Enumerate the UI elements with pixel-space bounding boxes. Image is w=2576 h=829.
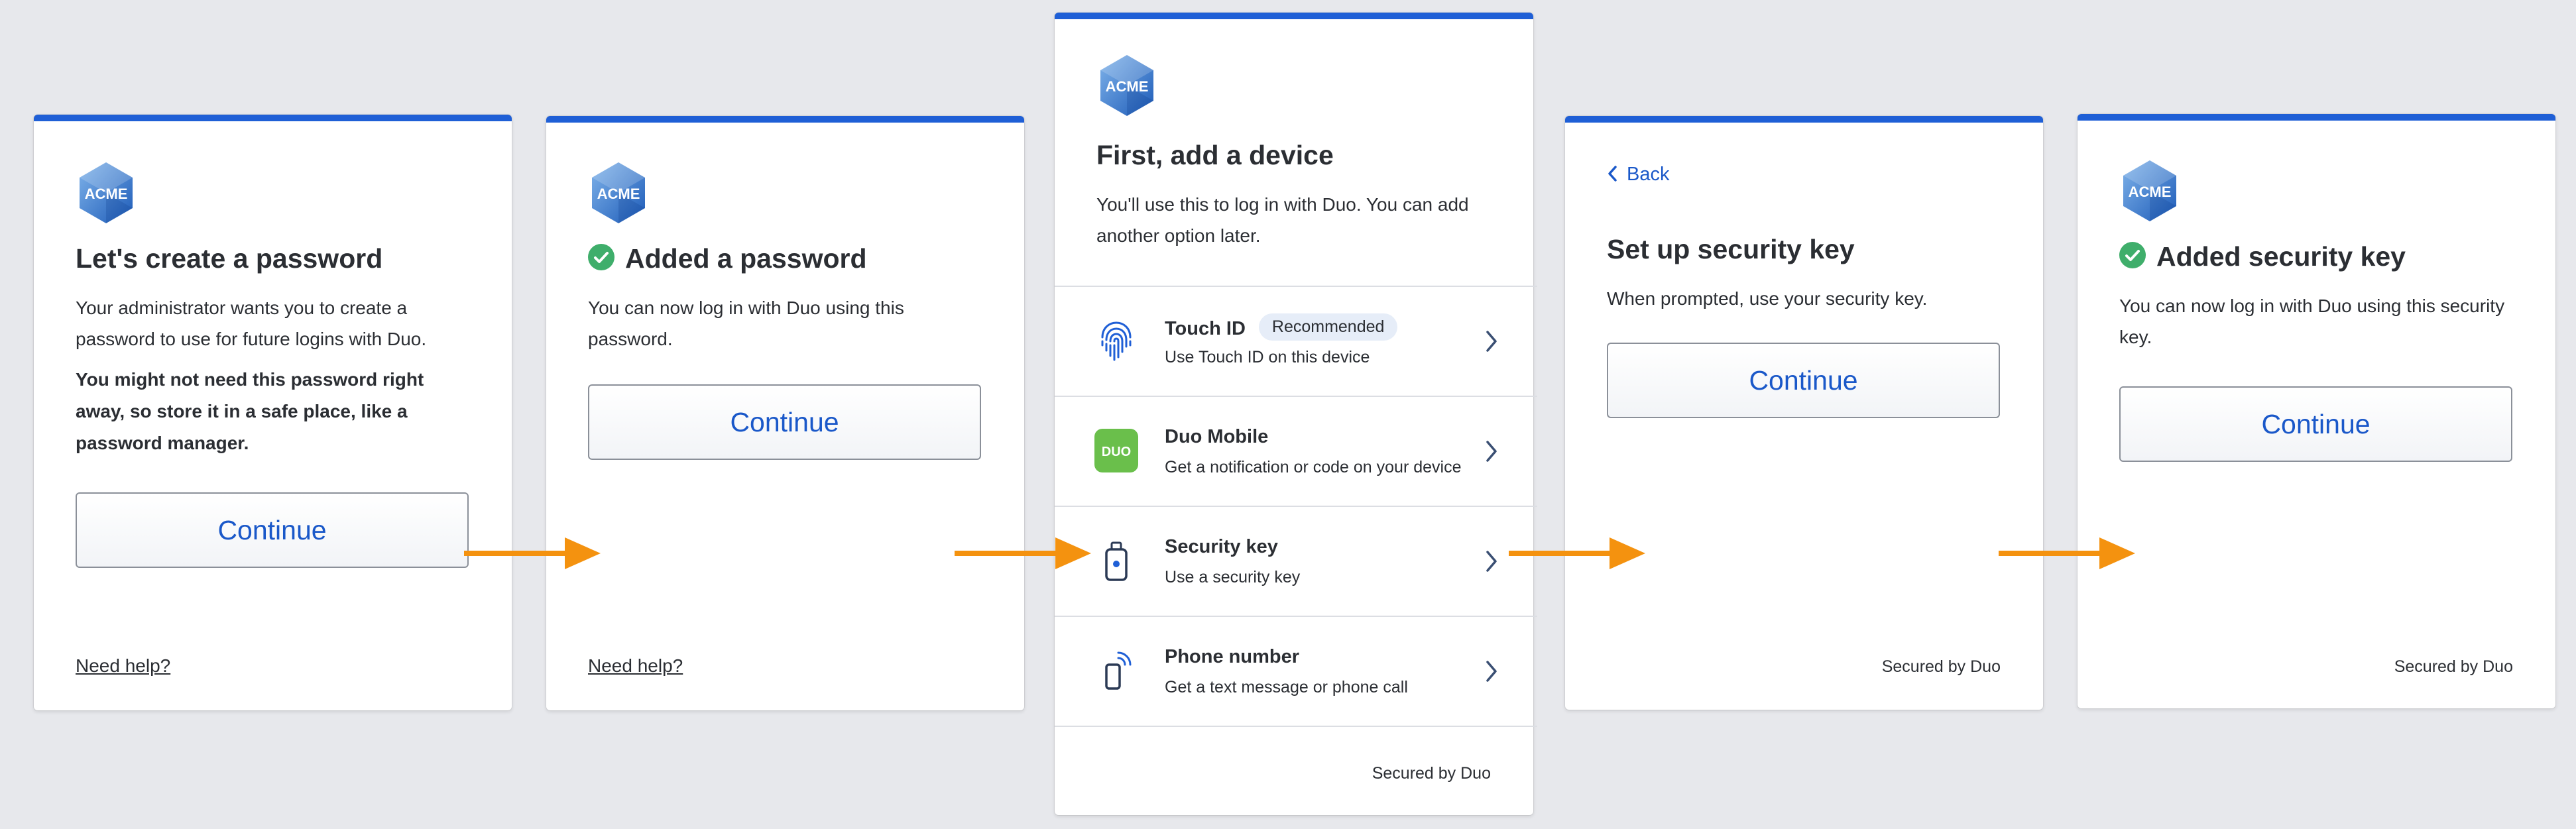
page-title: Set up security key xyxy=(1607,234,1855,264)
continue-button[interactable]: Continue xyxy=(2119,386,2512,462)
device-name: Duo Mobile xyxy=(1165,426,1269,447)
secured-by-duo: Secured by Duo xyxy=(2394,657,2513,676)
description-line: password. xyxy=(588,329,673,349)
device-option-duo-mobile[interactable]: DUO Duo Mobile Get a notification or cod… xyxy=(1055,396,1537,506)
password-added-card: ACME Added a password You can now log in… xyxy=(546,116,1024,710)
acme-logo: ACME xyxy=(74,161,138,225)
continue-button[interactable]: Continue xyxy=(588,384,981,460)
device-option-touch-id[interactable]: Touch ID Recommended Use Touch ID on this… xyxy=(1055,286,1537,396)
description-line: You'll use this to log in with Duo. You … xyxy=(1096,194,1469,215)
device-description: Get a text message or phone call xyxy=(1165,678,1408,696)
flow-arrow-icon xyxy=(464,537,601,569)
device-description: Use a security key xyxy=(1165,568,1301,586)
page-title-text: Added security key xyxy=(2156,241,2406,272)
security-key-setup-card: Back Set up security key When prompted, … xyxy=(1565,116,2043,710)
description-line: key. xyxy=(2119,327,2152,347)
device-option-security-key[interactable]: Security key Use a security key xyxy=(1055,506,1537,616)
flow-arrow-icon xyxy=(1509,537,1645,569)
svg-text:ACME: ACME xyxy=(597,186,640,202)
device-name: Phone number xyxy=(1165,646,1300,667)
chevron-right-icon xyxy=(1486,551,1497,572)
page-title: First, add a device xyxy=(1096,140,1334,170)
svg-text:DUO: DUO xyxy=(1102,445,1131,459)
page-title-text: Added a password xyxy=(625,243,867,274)
flow-arrow-icon xyxy=(1999,537,2135,569)
svg-text:ACME: ACME xyxy=(85,186,128,202)
security-key-added-card: ACME Added security key You can now log … xyxy=(2078,114,2555,708)
chevron-right-icon xyxy=(1486,661,1497,682)
device-name: Touch ID Recommended xyxy=(1165,313,1398,343)
continue-button[interactable]: Continue xyxy=(1607,343,2000,418)
continue-button[interactable]: Continue xyxy=(76,492,469,568)
page-title: Let's create a password xyxy=(76,243,383,274)
acme-logo: ACME xyxy=(1095,54,1159,117)
page-title: Added security key xyxy=(2119,241,2406,272)
duo-mobile-icon: DUO xyxy=(1094,429,1138,472)
warning-line: away, so store it in a safe place, like … xyxy=(76,401,408,421)
acme-logo: ACME xyxy=(2118,159,2182,223)
secured-by-duo: Secured by Duo xyxy=(1372,764,1491,783)
need-help-link[interactable]: Need help? xyxy=(588,655,683,677)
warning-line: You might not need this password right xyxy=(76,369,424,390)
device-option-phone-number[interactable]: Phone number Get a text message or phone… xyxy=(1055,616,1537,727)
description-line: You can now log in with Duo using this xyxy=(588,298,904,318)
warning-line: password manager. xyxy=(76,433,249,453)
add-device-card: ACME First, add a device You'll use this… xyxy=(1055,13,1537,815)
description-line: another option later. xyxy=(1096,225,1261,246)
description-line: password to use for future logins with D… xyxy=(76,329,427,349)
back-link[interactable]: Back xyxy=(1607,164,1669,186)
device-name-text: Touch ID xyxy=(1165,318,1246,339)
device-description: Use Touch ID on this device xyxy=(1165,348,1370,366)
flow-arrow-icon xyxy=(955,537,1091,569)
page-title: Added a password xyxy=(588,243,867,274)
device-name: Security key xyxy=(1165,536,1278,557)
security-key-icon xyxy=(1105,541,1128,581)
success-check-icon xyxy=(588,244,615,271)
recommended-badge: Recommended xyxy=(1258,313,1398,341)
need-help-link[interactable]: Need help? xyxy=(76,655,170,677)
back-label: Back xyxy=(1627,164,1670,185)
chevron-right-icon xyxy=(1486,441,1497,462)
description-line: When prompted, use your security key. xyxy=(1607,288,1928,309)
svg-text:ACME: ACME xyxy=(1106,78,1149,95)
acme-logo: ACME xyxy=(587,161,650,225)
chevron-right-icon xyxy=(1486,331,1497,352)
phone-icon xyxy=(1105,651,1132,690)
fingerprint-icon xyxy=(1101,321,1132,361)
device-description: Get a notification or code on your devic… xyxy=(1165,458,1462,476)
secured-by-duo: Secured by Duo xyxy=(1881,657,2001,676)
description-line: Your administrator wants you to create a xyxy=(76,298,408,318)
svg-text:ACME: ACME xyxy=(2129,184,2172,200)
password-card: ACME Let's create a password Your admini… xyxy=(34,115,512,710)
success-check-icon xyxy=(2119,242,2146,269)
chevron-left-icon xyxy=(1608,166,1617,182)
description-line: You can now log in with Duo using this s… xyxy=(2119,296,2505,316)
